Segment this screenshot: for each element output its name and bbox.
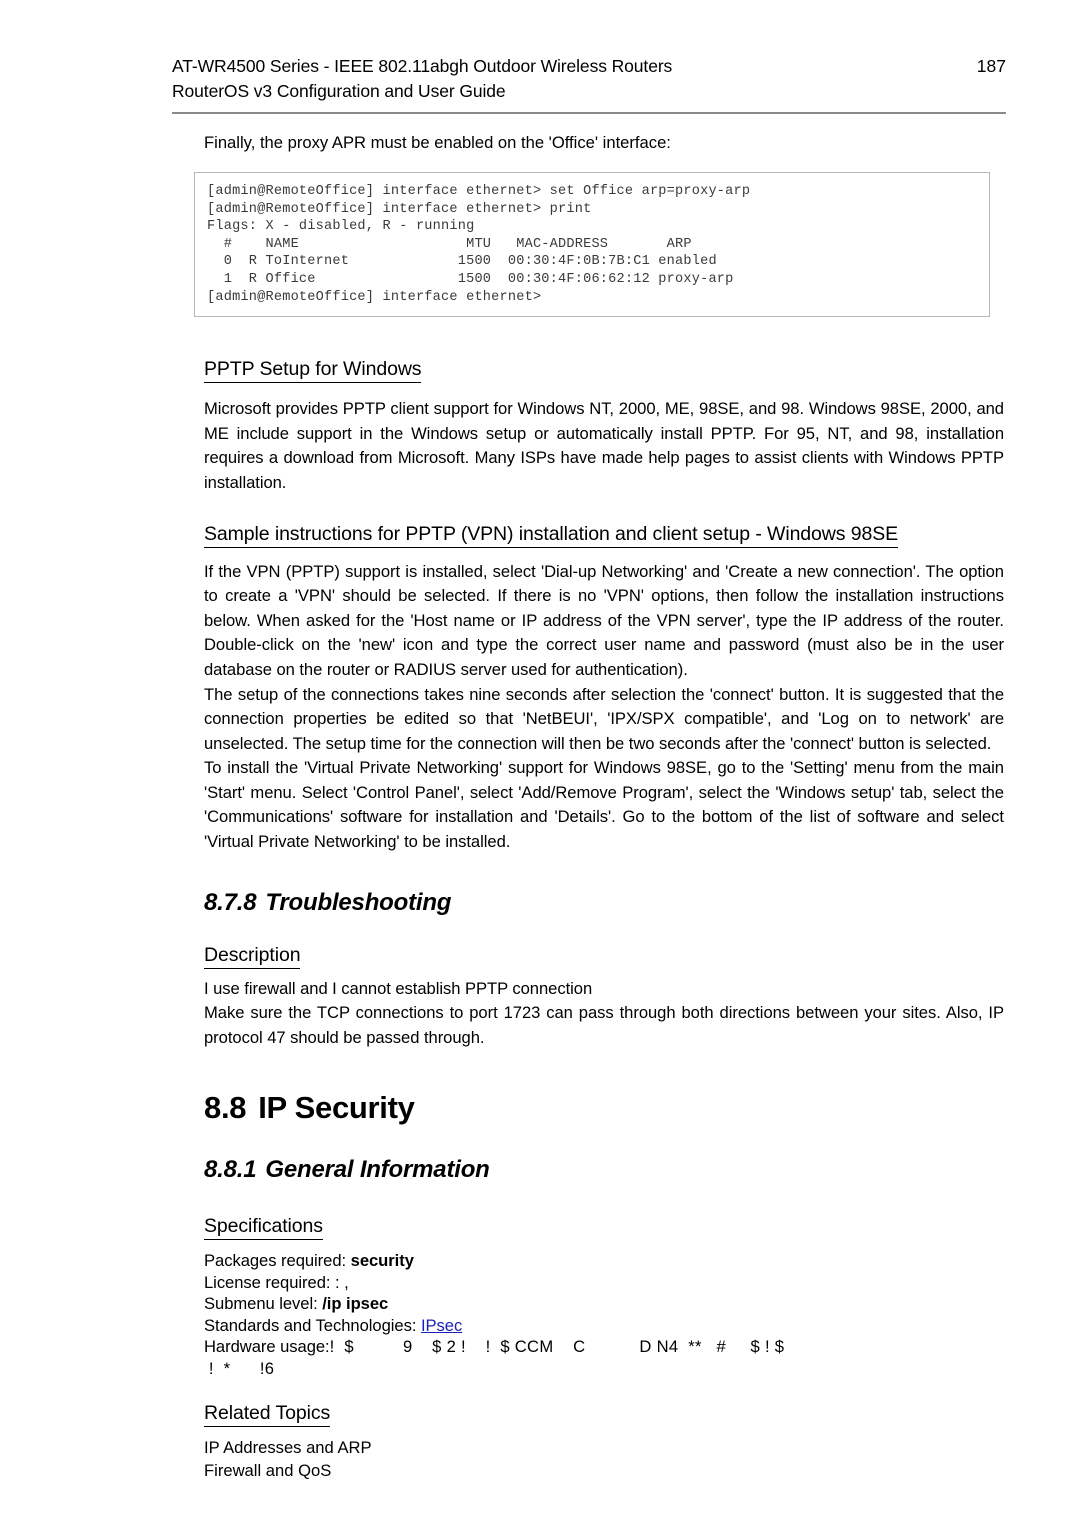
specifications-heading-wrap: Specifications [204, 1214, 1004, 1241]
document-page: AT-WR4500 Series - IEEE 802.11abgh Outdo… [0, 0, 1080, 1528]
ipsec-link[interactable]: IPsec [421, 1316, 462, 1335]
ip-security-chapter-number: 8.8 [204, 1090, 247, 1126]
spec-license-value: : , [335, 1272, 349, 1292]
spec-license-label: License required: [204, 1272, 331, 1292]
page-header: AT-WR4500 Series - IEEE 802.11abgh Outdo… [172, 56, 1006, 102]
header-document-title: AT-WR4500 Series - IEEE 802.11abgh Outdo… [172, 56, 673, 76]
description-heading-wrap: Description [204, 943, 1004, 969]
page-header-top-row: AT-WR4500 Series - IEEE 802.11abgh Outdo… [172, 56, 1006, 77]
pptp-setup-heading-wrap: PPTP Setup for Windows [204, 357, 1004, 384]
pptp-setup-paragraph: Microsoft provides PPTP client support f… [204, 399, 1004, 492]
description-heading: Description [204, 943, 301, 969]
spec-standards-label: Standards and Technologies: [204, 1315, 417, 1335]
related-topics-heading-wrap: Related Topics [204, 1401, 1004, 1428]
troubleshooting-line-2: Make sure the TCP connections to port 17… [204, 1003, 1004, 1047]
sample-instructions-heading-wrap: Sample instructions for PPTP (VPN) insta… [204, 522, 1004, 548]
spec-packages-value: security [350, 1251, 414, 1271]
sample-instructions-heading: Sample instructions for PPTP (VPN) insta… [204, 522, 898, 548]
spec-license-required: License required: : , [204, 1272, 1004, 1294]
header-document-subtitle: RouterOS v3 Configuration and User Guide [172, 81, 506, 101]
ip-security-chapter-title: IP Security [258, 1090, 415, 1126]
general-information-title: General Information [265, 1156, 490, 1184]
troubleshooting-section-title: Troubleshooting [265, 888, 452, 916]
sample-instructions-paragraph-2: The setup of the connections takes nine … [204, 684, 1004, 753]
spec-packages-label: Packages required: [204, 1251, 347, 1271]
page-number: 187 [976, 56, 1006, 76]
spec-hardware-value: ! $ 9 $ 2 ! ! $ CCM C D N4 ** # $ ! $ [329, 1337, 785, 1357]
spec-standards-technologies: Standards and Technologies: IPsec [204, 1315, 1004, 1337]
intro-lead-line: Finally, the proxy APR must be enabled o… [204, 133, 671, 152]
ip-security-chapter-heading: 8.8 IP Security [204, 1090, 1004, 1126]
page-body: Finally, the proxy APR must be enabled o… [194, 132, 1004, 1483]
header-divider-rule [172, 112, 1006, 114]
related-topics-heading: Related Topics [204, 1401, 330, 1428]
pptp-setup-heading: PPTP Setup for Windows [204, 357, 422, 384]
spec-submenu-level: Submenu level: /ip ipsec [204, 1293, 1004, 1315]
sample-instructions-paragraph-3: To install the 'Virtual Private Networki… [204, 758, 1004, 852]
spec-submenu-value: /ip ipsec [322, 1294, 389, 1314]
spec-packages-required: Packages required: security [204, 1250, 1004, 1272]
sample-instructions-paragraph-1: If the VPN (PPTP) support is installed, … [204, 561, 1004, 679]
spec-hardware-usage: Hardware usage:! $ 9 $ 2 ! ! $ CCM C D N… [204, 1336, 1004, 1358]
terminal-output-text: [admin@RemoteOffice] interface ethernet>… [207, 184, 751, 305]
spec-hardware-label: Hardware usage: [204, 1337, 330, 1357]
terminal-code-block: [admin@RemoteOffice] interface ethernet>… [194, 172, 990, 318]
related-topic-item[interactable]: IP Addresses and ARP [204, 1437, 1004, 1460]
troubleshooting-line-1: I use firewall and I cannot establish PP… [204, 978, 593, 998]
related-topic-item[interactable]: Firewall and QoS [204, 1460, 1004, 1483]
spec-hardware-usage-continued: ! * !6 [204, 1358, 275, 1378]
troubleshooting-section-number: 8.7.8 [204, 888, 257, 916]
specifications-heading: Specifications [204, 1214, 323, 1241]
spec-submenu-label: Submenu level: [204, 1294, 318, 1314]
troubleshooting-section-heading: 8.7.8 Troubleshooting [204, 889, 1004, 917]
general-information-number: 8.8.1 [204, 1156, 257, 1184]
general-information-heading: 8.8.1 General Information [204, 1156, 1004, 1184]
